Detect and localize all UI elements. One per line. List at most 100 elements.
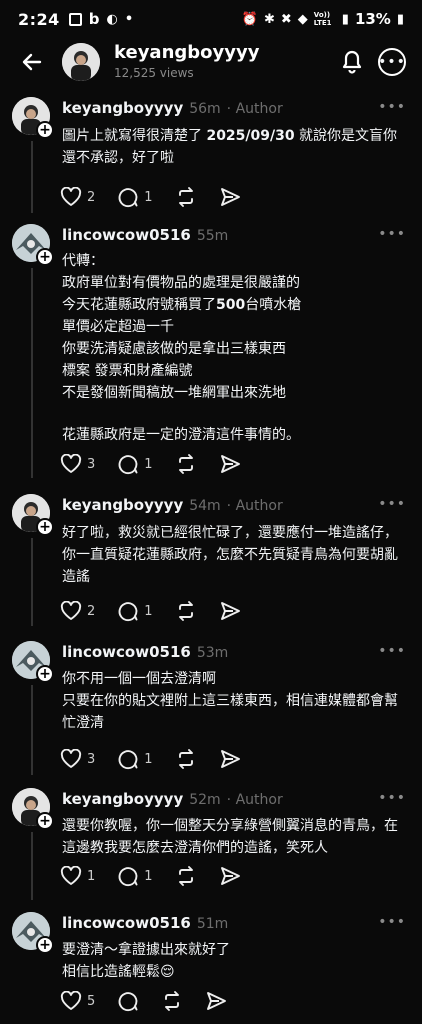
- reply-line: 代轉：: [62, 253, 104, 269]
- reply-line: 只要在你的貼文裡附上這三樣東西，相信連媒體都會幫忙澄清: [62, 693, 398, 731]
- reply-button[interactable]: [117, 990, 139, 1012]
- post-more-button[interactable]: •••: [378, 643, 406, 659]
- like-count: 3: [87, 456, 96, 472]
- like-button[interactable]: 3: [60, 454, 95, 474]
- reply-post: + keyangboyyyy 52m · Author ••• 還要你教喔，你一…: [0, 784, 422, 904]
- reply-username[interactable]: lincowcow0516: [62, 914, 191, 932]
- thread-line: [31, 685, 33, 775]
- reply-line: 你要洗清疑慮該做的是拿出三樣東西: [62, 341, 286, 357]
- follow-plus-icon[interactable]: +: [36, 936, 54, 954]
- header-avatar[interactable]: [62, 43, 100, 81]
- follow-plus-icon[interactable]: +: [36, 665, 54, 683]
- post-more-button[interactable]: •••: [378, 914, 406, 930]
- share-button[interactable]: [219, 865, 241, 887]
- like-count: 2: [87, 603, 96, 619]
- back-button[interactable]: [18, 48, 46, 76]
- reply-time: 52m: [189, 792, 221, 808]
- follow-plus-icon[interactable]: +: [36, 518, 54, 536]
- gallery-icon: [68, 12, 82, 26]
- like-button[interactable]: 2: [60, 601, 95, 621]
- repost-icon: [178, 749, 193, 769]
- comment-icon: [118, 188, 138, 208]
- follow-plus-icon[interactable]: +: [36, 812, 54, 830]
- header-username[interactable]: keyangboyyyy: [114, 42, 259, 63]
- share-button[interactable]: [219, 600, 241, 622]
- send-icon: [220, 867, 240, 885]
- reply-count: 1: [144, 456, 153, 472]
- reply-line: 花蓮縣政府是一定的澄清這件事情的。: [62, 427, 300, 443]
- more-dots-icon: •••: [378, 54, 406, 70]
- repost-button[interactable]: [161, 990, 183, 1012]
- reply-line: 不是發個新聞稿放一堆網軍出來洗地: [62, 385, 286, 401]
- bell-icon: [342, 50, 362, 74]
- share-button[interactable]: [219, 186, 241, 208]
- reply-button[interactable]: 1: [117, 865, 153, 887]
- share-button[interactable]: [219, 453, 241, 475]
- like-button[interactable]: 1: [60, 866, 95, 886]
- heart-icon: [60, 991, 82, 1010]
- post-more-button[interactable]: •••: [378, 496, 406, 512]
- reply-actions: 3 1: [60, 746, 263, 772]
- reply-text: 還要你教喔，你一個整天分享綠營側翼消息的青鳥，在這邊教我要怎麼去澄清你們的造謠，…: [62, 815, 408, 859]
- reply-button[interactable]: 1: [117, 186, 153, 208]
- heart-icon: [60, 866, 82, 885]
- repost-icon: [178, 187, 193, 207]
- signal-icon: ▮: [341, 11, 349, 27]
- reply-count: 1: [144, 603, 153, 619]
- comment-icon: [118, 867, 138, 887]
- like-button[interactable]: 3: [60, 749, 95, 769]
- like-button[interactable]: 2: [60, 187, 95, 207]
- repost-button[interactable]: [175, 865, 197, 887]
- like-button[interactable]: 5: [60, 991, 95, 1011]
- reply-username[interactable]: lincowcow0516: [62, 226, 191, 244]
- reply-post: + lincowcow0516 51m ••• 要澄清～拿證據出來就好了 相信比…: [0, 908, 422, 1024]
- wifi-icon: ◆: [297, 11, 308, 27]
- notification-dot-icon: •: [124, 11, 134, 27]
- post-more-button[interactable]: •••: [378, 226, 406, 242]
- reply-actions: 5: [60, 988, 249, 1014]
- header-views: 12,525 views: [114, 66, 194, 80]
- reply-line: 政府單位對有價物品的處理是很嚴謹的: [62, 275, 300, 291]
- reply-time: 53m: [196, 645, 229, 661]
- reply-username[interactable]: keyangboyyyy: [62, 496, 183, 514]
- reply-button[interactable]: 1: [117, 453, 153, 475]
- share-button[interactable]: [205, 990, 227, 1012]
- comment-icon: [118, 602, 138, 622]
- reply-post: + keyangboyyyy 56m · Author ••• 圖片上就寫得很清…: [0, 93, 422, 217]
- notification-button[interactable]: [338, 46, 366, 76]
- battery-icon: ▮: [396, 11, 404, 27]
- repost-button[interactable]: [175, 453, 197, 475]
- more-options-button[interactable]: •••: [378, 48, 406, 76]
- reply-line: 單價必定超過一千: [62, 319, 174, 335]
- reply-button[interactable]: 1: [117, 748, 153, 770]
- reply-line: 好了啦，救災就已經很忙碌了，還要應付一堆造謠仔，你一直質疑花蓮縣政府，怎麼不先質…: [62, 525, 398, 585]
- b-app-icon: b: [88, 10, 100, 28]
- alarm-icon: ⏰: [241, 11, 258, 27]
- reply-button[interactable]: 1: [117, 600, 153, 622]
- reply-username[interactable]: lincowcow0516: [62, 643, 191, 661]
- post-more-button[interactable]: •••: [378, 99, 406, 115]
- share-button[interactable]: [219, 748, 241, 770]
- author-badge: · Author: [226, 101, 283, 117]
- send-icon: [220, 602, 240, 620]
- reply-username[interactable]: keyangboyyyy: [62, 790, 183, 808]
- reply-time: 55m: [196, 228, 229, 244]
- reply-line: 今天花蓮縣政府號稱買了500台噴水槍: [62, 297, 302, 313]
- repost-button[interactable]: [175, 748, 197, 770]
- reply-actions: 1 1: [60, 863, 263, 889]
- status-time: 2:24: [18, 9, 60, 29]
- reply-actions: 3 1: [60, 451, 263, 477]
- data-saver-icon: ◐: [106, 11, 118, 27]
- thread-line: [31, 832, 33, 900]
- follow-plus-icon[interactable]: +: [36, 121, 54, 139]
- repost-button[interactable]: [175, 600, 197, 622]
- post-more-button[interactable]: •••: [378, 790, 406, 806]
- thread-line: [31, 538, 33, 626]
- reply-username[interactable]: keyangboyyyy: [62, 99, 183, 117]
- comment-icon: [118, 750, 138, 770]
- follow-plus-icon[interactable]: +: [36, 248, 54, 266]
- repost-icon: [165, 991, 180, 1011]
- reply-line: 要澄清～拿證據出來就好了: [62, 942, 230, 958]
- comment-icon: [118, 992, 138, 1012]
- repost-button[interactable]: [175, 186, 197, 208]
